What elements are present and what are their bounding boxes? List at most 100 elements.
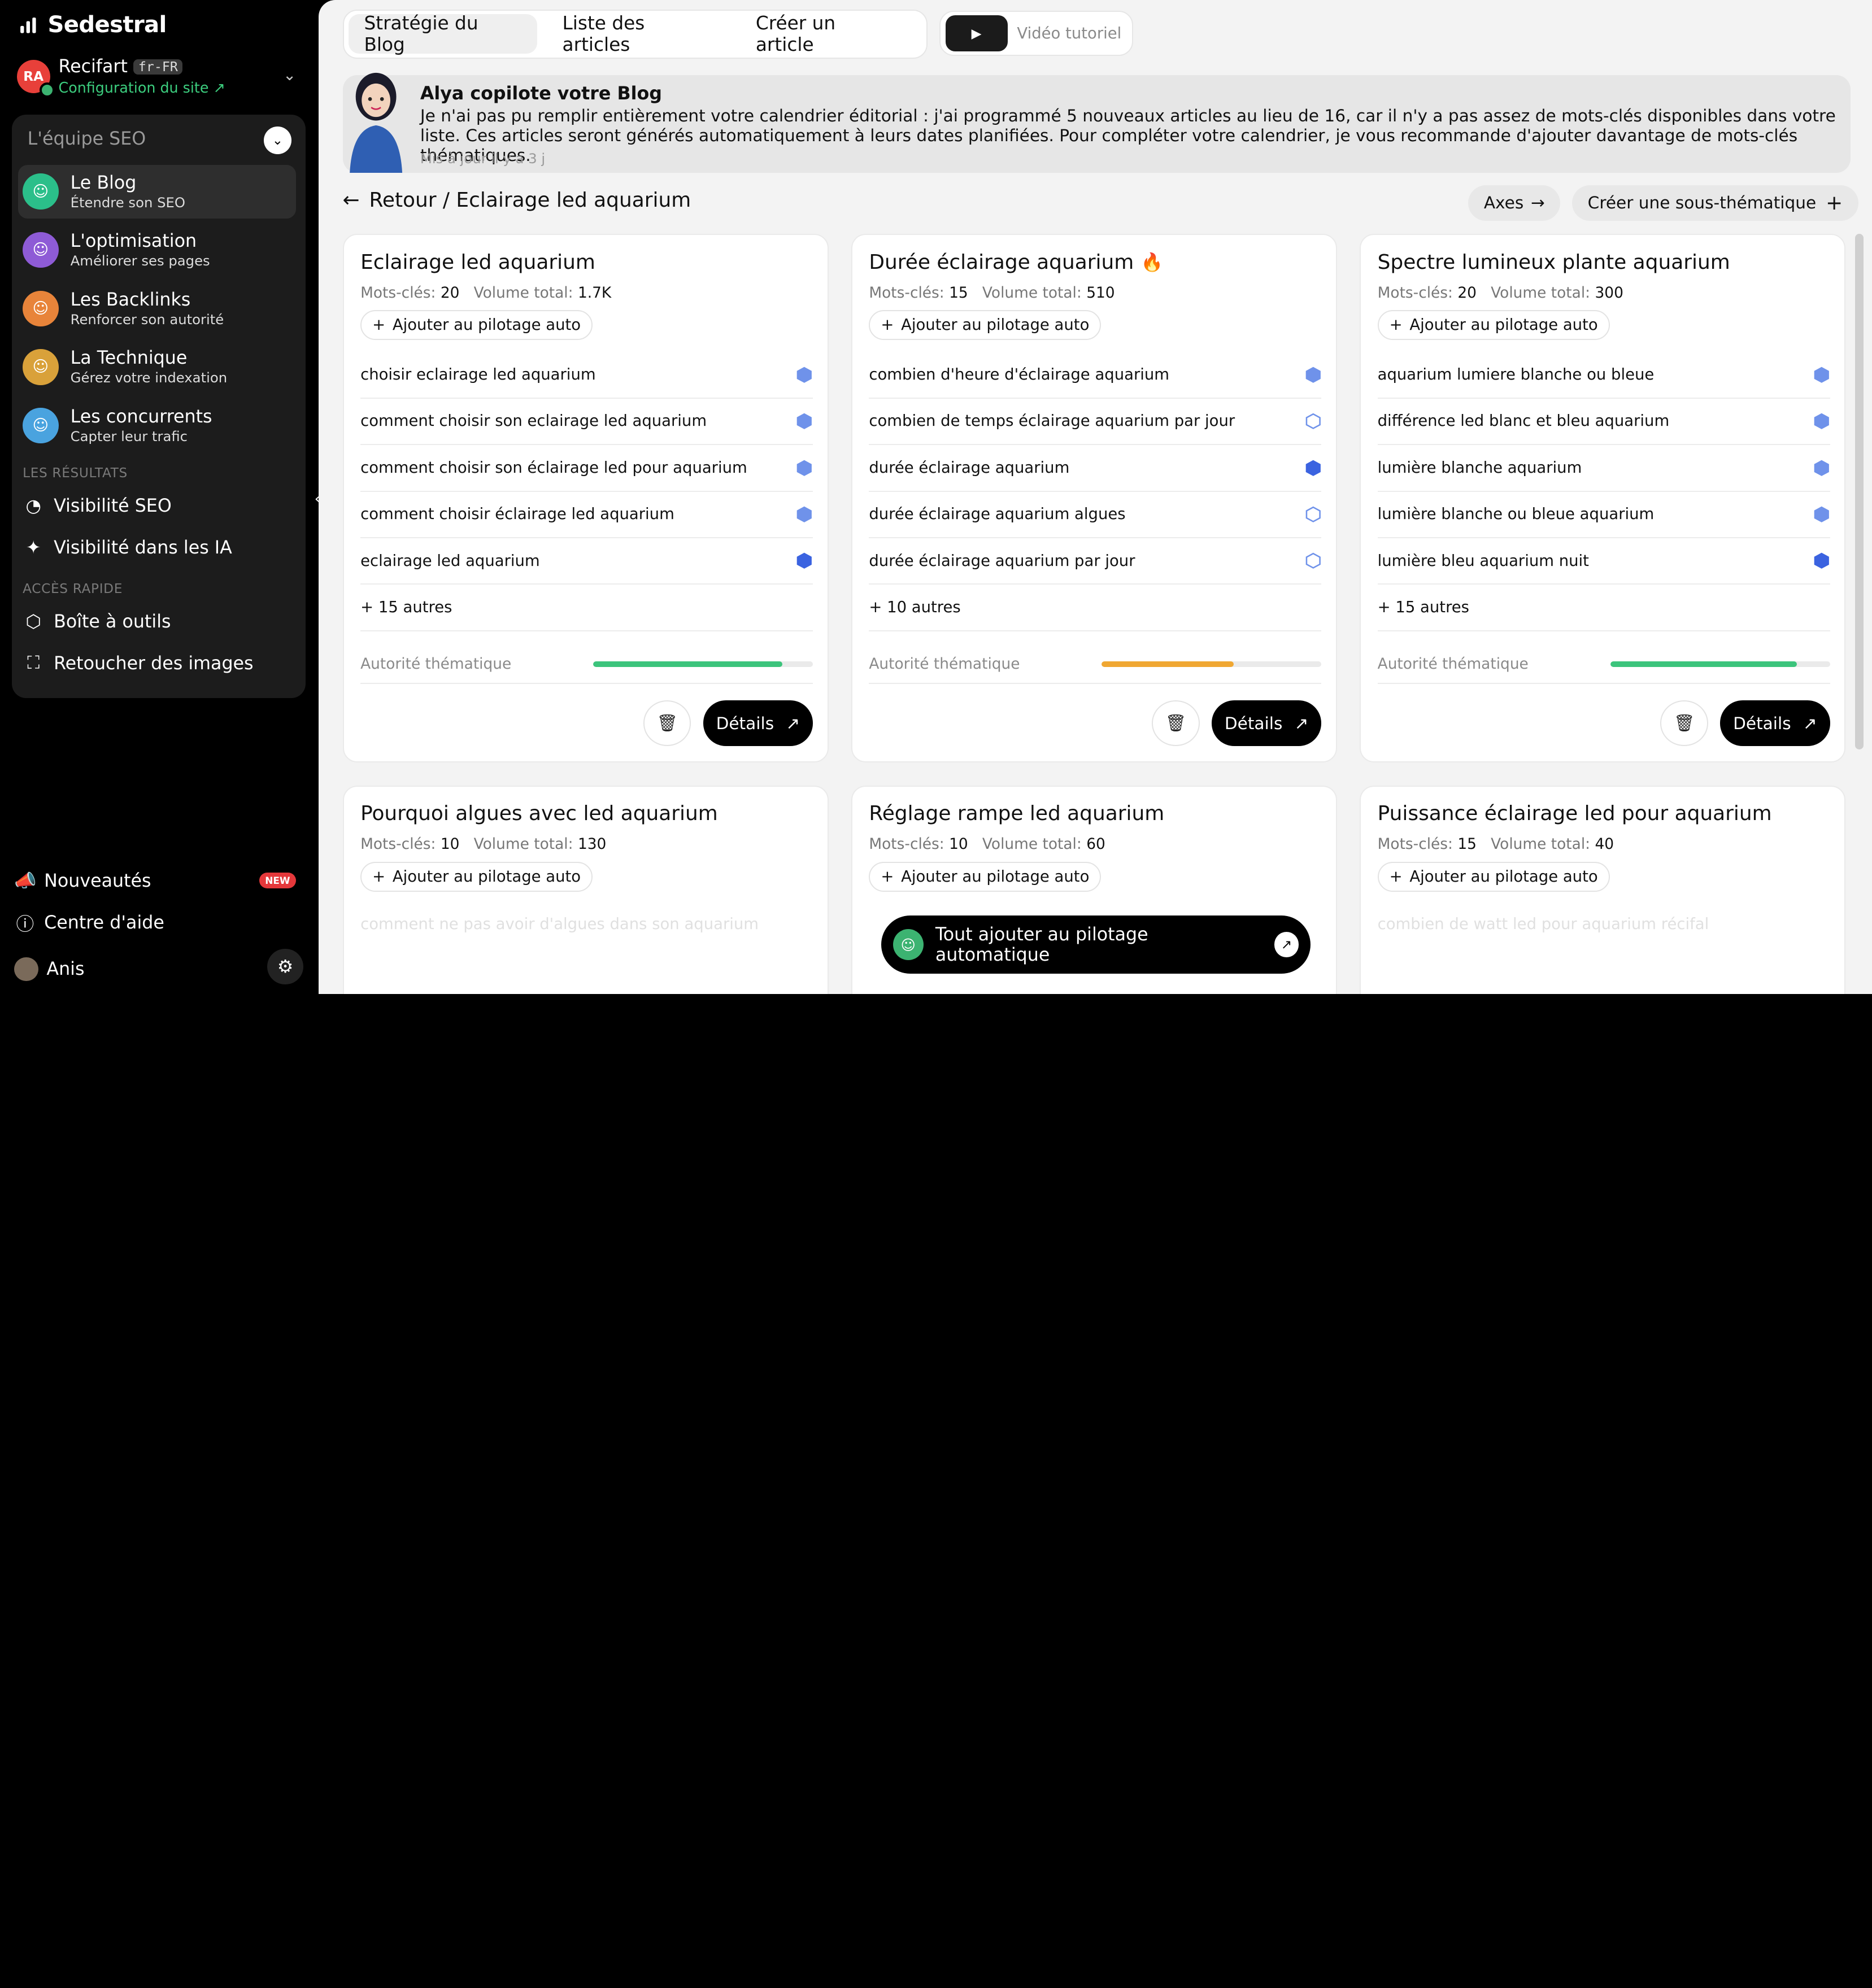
plus-icon: + — [881, 316, 894, 334]
pie-chart-icon: ◔ — [25, 496, 41, 517]
card-meta: Mots-clés: 15 Volume total: 510 — [869, 284, 1115, 302]
agent-blog[interactable]: ☺ Le Blog Étendre son SEO — [18, 164, 297, 219]
arrow-up-right-icon: ↗ — [1803, 713, 1817, 733]
trash-icon[interactable]: 🗑 — [1660, 700, 1709, 746]
authority-fill — [593, 661, 782, 668]
image-edit-icon: ⛶ — [27, 653, 40, 674]
topic-card: Puissance éclairage led pour aquarium Mo… — [1360, 785, 1846, 995]
add-autopilot-button[interactable]: + Ajouter au pilotage auto — [1377, 310, 1610, 341]
card-title: Durée éclairage aquarium 🔥 — [869, 250, 1164, 274]
details-button[interactable]: Détails ↗ — [1720, 700, 1830, 746]
details-button[interactable]: Détails ↗ — [1211, 700, 1322, 746]
nav-retoucher-images[interactable]: ⛶ Retoucher des images — [23, 646, 297, 681]
nav-centre-aide[interactable]: ⓘ Centre d'aide — [14, 905, 301, 940]
more-keywords[interactable]: + 15 autres — [360, 585, 813, 631]
add-autopilot-button[interactable]: + Ajouter au pilotage auto — [869, 861, 1102, 892]
video-tutorial-button[interactable]: ▶ Vidéo tutoriel — [939, 11, 1133, 56]
nav-label: Visibilité dans les IA — [54, 537, 232, 558]
list-item[interactable]: comment choisir son éclairage led pour a… — [360, 445, 813, 492]
arrow-up-right-icon: ↗ — [1274, 932, 1299, 957]
trash-icon[interactable]: 🗑 — [643, 700, 691, 746]
authority-bar — [1102, 661, 1322, 668]
add-autopilot-button[interactable]: + Ajouter au pilotage auto — [1377, 861, 1610, 892]
agent-title: Le Blog — [70, 172, 137, 193]
list-item[interactable]: lumière blanche aquarium — [1377, 445, 1830, 492]
list-item[interactable]: aquarium lumiere blanche ou bleue — [1377, 352, 1830, 399]
tab-strategie[interactable]: Stratégie du Blog — [348, 12, 538, 55]
agent-subtitle: Améliorer ses pages — [70, 252, 210, 269]
add-all-autopilot-button[interactable]: ☺ Tout ajouter au pilotage automatique ↗ — [881, 915, 1311, 974]
list-item[interactable]: combien de temps éclairage aquarium par … — [869, 399, 1322, 446]
more-keywords[interactable]: + 10 autres — [869, 585, 1322, 631]
authority-fill — [1102, 661, 1234, 668]
nav-nouveautes[interactable]: 📣 Nouveautés NEW — [14, 863, 301, 899]
nav-visibilite-ia[interactable]: ✦ Visibilité dans les IA — [23, 530, 297, 565]
hexagon-status-icon — [1813, 460, 1830, 477]
agent-title: Les concurrents — [70, 406, 212, 427]
list-item[interactable]: différence led blanc et bleu aquarium — [1377, 399, 1830, 446]
authority-row: Autorité thématique — [869, 646, 1322, 684]
chevron-down-icon[interactable]: ⌄ — [264, 127, 291, 154]
agent-avatar: ☺ — [23, 173, 59, 210]
more-keywords[interactable]: + 15 autres — [1377, 585, 1830, 631]
lang-badge: fr-FR — [133, 59, 183, 75]
breadcrumb[interactable]: ← Retour / Eclairage led aquarium — [343, 189, 691, 212]
auto-label: Ajouter au pilotage auto — [901, 316, 1090, 334]
site-config-link[interactable]: Configuration du site ↗ — [59, 79, 225, 96]
nav-label: Visibilité SEO — [54, 496, 172, 517]
site-name: Recifart — [58, 56, 128, 77]
details-button[interactable]: Détails ↗ — [703, 700, 813, 746]
list-item[interactable]: eclairage led aquarium — [360, 538, 813, 585]
nav-boite-outils[interactable]: ⬡ Boîte à outils — [23, 604, 297, 639]
plus-icon: + — [372, 316, 386, 334]
add-autopilot-button[interactable]: + Ajouter au pilotage auto — [360, 861, 593, 892]
agent-optimisation[interactable]: ☺ L'optimisation Améliorer ses pages — [18, 223, 296, 277]
tab-liste-articles[interactable]: Liste des articles — [547, 12, 730, 55]
add-autopilot-button[interactable]: + Ajouter au pilotage auto — [869, 310, 1102, 341]
brand[interactable]: Sedestral — [19, 12, 167, 38]
authority-fill — [1610, 661, 1797, 668]
card-title: Eclairage led aquarium — [360, 250, 595, 274]
site-switcher[interactable]: RA Recifart fr-FR Configuration du site … — [16, 53, 303, 101]
copilot-title: Alya copilote votre Blog — [420, 83, 662, 104]
list-item[interactable]: combien d'heure d'éclairage aquarium — [869, 352, 1322, 399]
agent-concurrents[interactable]: ☺ Les concurrents Capter leur trafic — [18, 399, 296, 452]
arrow-left-icon[interactable]: ← — [343, 189, 360, 212]
settings-gear-icon[interactable]: ⚙ — [267, 949, 303, 985]
user-name: Anis — [46, 958, 85, 979]
fab-label: Tout ajouter au pilotage automatique — [935, 924, 1148, 965]
new-badge: NEW — [259, 872, 297, 889]
list-item[interactable]: choisir eclairage led aquarium — [360, 352, 813, 399]
arrow-up-right-icon: ↗ — [1294, 713, 1309, 733]
auto-label: Ajouter au pilotage auto — [901, 867, 1090, 886]
agent-subtitle: Gérez votre indexation — [70, 369, 228, 386]
list-item[interactable]: lumière blanche ou bleue aquarium — [1377, 492, 1830, 538]
agent-technique[interactable]: ☺ La Technique Gérez votre indexation — [18, 340, 296, 394]
create-subtheme-button[interactable]: Créer une sous-thématique + — [1572, 185, 1858, 221]
nav-visibilite-seo[interactable]: ◔ Visibilité SEO — [23, 488, 297, 524]
list-item[interactable]: lumière bleu aquarium nuit — [1377, 538, 1830, 585]
scrollbar[interactable] — [1855, 234, 1864, 750]
agent-avatar: ☺ — [23, 290, 59, 326]
team-header: L'équipe SEO — [27, 129, 146, 150]
list-item[interactable]: comment choisir éclairage led aquarium — [360, 492, 813, 538]
chevron-down-icon[interactable]: ⌄ — [283, 67, 296, 84]
plus-icon: + — [1826, 191, 1843, 215]
list-item[interactable]: durée éclairage aquarium algues — [869, 492, 1322, 538]
tab-creer-article[interactable]: Créer un article — [740, 12, 912, 55]
user-profile[interactable]: Anis — [14, 951, 301, 987]
agent-avatar: ☺ — [23, 349, 59, 385]
agent-backlinks[interactable]: ☺ Les Backlinks Renforcer son autorité — [18, 282, 296, 335]
agent-title: L'optimisation — [70, 231, 197, 252]
hexagon-status-icon — [1305, 413, 1322, 430]
trash-icon[interactable]: 🗑 — [1152, 700, 1200, 746]
list-item[interactable]: durée éclairage aquarium par jour — [869, 538, 1322, 585]
axes-button[interactable]: Axes → — [1468, 185, 1561, 221]
create-subtheme-label: Créer une sous-thématique — [1587, 193, 1817, 213]
list-item[interactable]: durée éclairage aquarium — [869, 445, 1322, 492]
card-meta: Mots-clés: 20 Volume total: 300 — [1377, 284, 1623, 302]
plus-icon: + — [1389, 316, 1403, 334]
add-autopilot-button[interactable]: + Ajouter au pilotage auto — [360, 310, 593, 341]
list-item[interactable]: comment choisir son eclairage led aquari… — [360, 399, 813, 446]
card-meta: Mots-clés: 10 Volume total: 60 — [869, 835, 1105, 853]
